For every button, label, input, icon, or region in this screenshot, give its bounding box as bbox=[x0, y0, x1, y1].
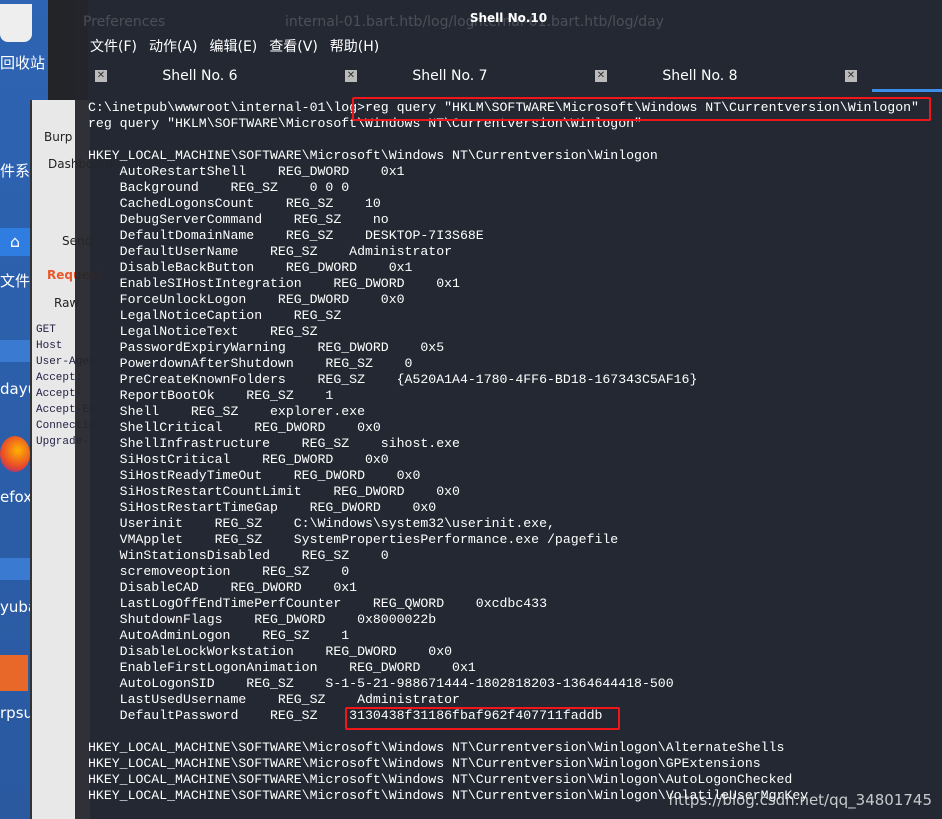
firefox-icon[interactable] bbox=[0, 436, 30, 472]
registry-value-row: DefaultUserName REG_SZ Administrator bbox=[88, 244, 453, 259]
registry-value-row: Shell REG_SZ explorer.exe bbox=[88, 404, 365, 419]
registry-value-row: PowerdownAfterShutdown REG_SZ 0 bbox=[88, 356, 413, 371]
registry-value-row: ShellCritical REG_DWORD 0x0 bbox=[88, 420, 381, 435]
registry-value-row: DefaultDomainName REG_SZ DESKTOP-7I3S68E bbox=[88, 228, 484, 243]
registry-subkey: HKEY_LOCAL_MACHINE\SOFTWARE\Microsoft\Wi… bbox=[88, 756, 761, 771]
registry-value-row: scremoveoption REG_SZ 0 bbox=[88, 564, 350, 579]
registry-value-row: Userinit REG_SZ C:\Windows\system32\user… bbox=[88, 516, 555, 531]
desktop-label: 件系 bbox=[0, 162, 31, 180]
watermark: https://blog.csdn.net/qq_34801745 bbox=[668, 791, 932, 809]
tab-shell-8[interactable]: ✕ Shell No. 8 bbox=[575, 64, 825, 90]
registry-value-row: LastUsedUsername REG_SZ Administrator bbox=[88, 692, 460, 707]
registry-value-row: DisableCAD REG_DWORD 0x1 bbox=[88, 580, 358, 595]
menu-action[interactable]: 动作(A) bbox=[149, 36, 198, 56]
title-bar[interactable]: Preferences internal-01.bart.htb/log/log… bbox=[75, 0, 942, 38]
burpsuite-icon[interactable] bbox=[0, 655, 28, 691]
menu-help[interactable]: 帮助(H) bbox=[330, 36, 379, 56]
close-icon[interactable]: ✕ bbox=[845, 70, 857, 82]
prompt: C:\inetpub\wwwroot\internal-01\log> bbox=[88, 100, 365, 115]
registry-value-row: AutoLogonSID REG_SZ S-1-5-21-988671444-1… bbox=[88, 676, 674, 691]
burp-menu[interactable]: Burp bbox=[44, 130, 72, 144]
desktop-label: rpsu bbox=[0, 704, 34, 722]
registry-value-row: ShutdownFlags REG_DWORD 0x8000022b bbox=[88, 612, 437, 627]
active-tab-indicator bbox=[872, 89, 942, 92]
registry-subkey: HKEY_LOCAL_MACHINE\SOFTWARE\Microsoft\Wi… bbox=[88, 772, 793, 787]
tab-bar: ✕ Shell No. 6 ✕ Shell No. 7 ✕ Shell No. 8 ✕ bbox=[75, 64, 942, 92]
registry-value-row: LastLogOffEndTimePerfCounter REG_QWORD 0… bbox=[88, 596, 547, 611]
highlight-password bbox=[345, 707, 620, 730]
registry-value-row: DisableLockWorkstation REG_DWORD 0x0 bbox=[88, 644, 453, 659]
desktop-selection bbox=[0, 558, 30, 580]
desktop-selection bbox=[0, 340, 30, 362]
registry-value-row: EnableFirstLogonAnimation REG_DWORD 0x1 bbox=[88, 660, 476, 675]
home-icon[interactable]: ⌂ bbox=[0, 228, 30, 256]
menu-view[interactable]: 查看(V) bbox=[269, 36, 318, 56]
tab-label: Shell No. 7 bbox=[412, 68, 488, 84]
tab-shell-7[interactable]: ✕ Shell No. 7 bbox=[325, 64, 575, 90]
highlight-command bbox=[352, 97, 931, 121]
registry-value-row: DisableBackButton REG_DWORD 0x1 bbox=[88, 260, 413, 275]
registry-value-row: WinStationsDisabled REG_SZ 0 bbox=[88, 548, 389, 563]
tab-shell-10[interactable]: ✕ bbox=[825, 64, 942, 90]
menu-edit[interactable]: 编辑(E) bbox=[210, 36, 258, 56]
registry-value-row: DebugServerCommand REG_SZ no bbox=[88, 212, 389, 227]
registry-value-row: EnableSIHostIntegration REG_DWORD 0x1 bbox=[88, 276, 460, 291]
registry-value-row: SiHostRestartCountLimit REG_DWORD 0x0 bbox=[88, 484, 460, 499]
registry-value-row: SiHostReadyTimeOut REG_DWORD 0x0 bbox=[88, 468, 421, 483]
registry-value-row: ForceUnlockLogon REG_DWORD 0x0 bbox=[88, 292, 405, 307]
registry-value-row: PreCreateKnownFolders REG_SZ {A520A1A4-1… bbox=[88, 372, 698, 387]
registry-value-row: ShellInfrastructure REG_SZ sihost.exe bbox=[88, 436, 460, 451]
registry-value-row: LegalNoticeCaption REG_SZ bbox=[88, 308, 373, 323]
registry-value-row: VMApplet REG_SZ SystemPropertiesPerforma… bbox=[88, 532, 619, 547]
terminal-window: Preferences internal-01.bart.htb/log/log… bbox=[75, 0, 942, 819]
terminal-output[interactable]: C:\inetpub\wwwroot\internal-01\log>reg q… bbox=[88, 100, 919, 804]
registry-value-row: Background REG_SZ 0 0 0 bbox=[88, 180, 350, 195]
registry-value-row: AutoAdminLogon REG_SZ 1 bbox=[88, 628, 350, 643]
menu-file[interactable]: 文件(F) bbox=[90, 36, 137, 56]
tab-shell-6[interactable]: ✕ Shell No. 6 bbox=[75, 64, 325, 90]
registry-value-row: AutoRestartShell REG_DWORD 0x1 bbox=[88, 164, 405, 179]
tab-label: Shell No. 8 bbox=[662, 68, 738, 84]
menu-bar: 文件(F) 动作(A) 编辑(E) 查看(V) 帮助(H) bbox=[90, 36, 379, 56]
tab-label: Shell No. 6 bbox=[162, 68, 238, 84]
registry-value-row: SiHostCritical REG_DWORD 0x0 bbox=[88, 452, 389, 467]
registry-key: HKEY_LOCAL_MACHINE\SOFTWARE\Microsoft\Wi… bbox=[88, 148, 658, 163]
registry-value-row: CachedLogonsCount REG_SZ 10 bbox=[88, 196, 381, 211]
desktop-label: 回收站 bbox=[0, 54, 46, 72]
registry-value-row: PasswordExpiryWarning REG_DWORD 0x5 bbox=[88, 340, 445, 355]
registry-value-row: SiHostRestartTimeGap REG_DWORD 0x0 bbox=[88, 500, 437, 515]
registry-value-row: ReportBootOk REG_SZ 1 bbox=[88, 388, 334, 403]
registry-subkey: HKEY_LOCAL_MACHINE\SOFTWARE\Microsoft\Wi… bbox=[88, 740, 785, 755]
desktop-label: 文件 bbox=[0, 272, 31, 290]
window-title: Shell No.10 bbox=[469, 11, 548, 25]
trash-icon[interactable] bbox=[0, 4, 32, 42]
registry-value-row: LegalNoticeText REG_SZ bbox=[88, 324, 350, 339]
